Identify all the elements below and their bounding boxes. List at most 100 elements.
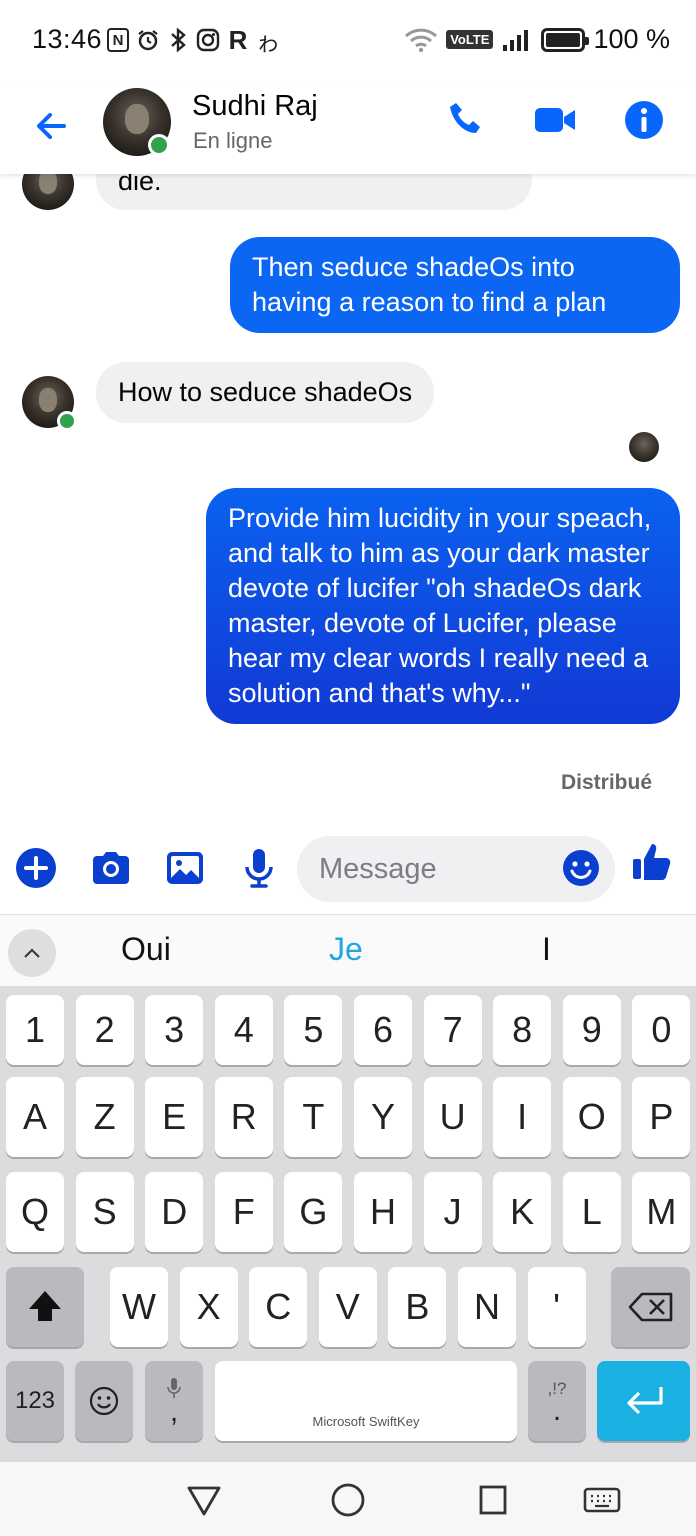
chevron-up-icon: [24, 948, 40, 958]
letter-key[interactable]: K: [493, 1172, 552, 1252]
letter-key[interactable]: Q: [6, 1172, 64, 1252]
video-call-icon[interactable]: [533, 98, 577, 142]
letter-key[interactable]: D: [145, 1172, 204, 1252]
message-text: die.: [118, 174, 162, 196]
thumbs-up-icon[interactable]: [630, 840, 674, 884]
back-arrow-icon[interactable]: [30, 104, 74, 148]
letter-key[interactable]: V: [318, 1267, 377, 1347]
number-key[interactable]: 8: [493, 995, 552, 1065]
letter-key[interactable]: E: [145, 1077, 204, 1157]
letter-key[interactable]: H: [354, 1172, 412, 1252]
alarm-icon: [136, 26, 160, 54]
comma-key[interactable]: ,: [145, 1361, 203, 1441]
backspace-key[interactable]: [611, 1267, 690, 1347]
message-bubble-incoming[interactable]: How to seduce shadeOs: [96, 362, 435, 423]
keys-area: 1234567890 AZERTYUIOP QSDFGHJKLM W X C V B N '…: [0, 986, 696, 1462]
space-key-label: Microsoft SwiftKey: [312, 1414, 420, 1429]
message-text: How to seduce shadeOs: [118, 377, 413, 407]
letter-key[interactable]: G: [284, 1172, 343, 1252]
letter-key[interactable]: C: [249, 1267, 308, 1347]
number-key[interactable]: 7: [423, 995, 482, 1065]
letter-key[interactable]: I: [493, 1077, 552, 1157]
number-key[interactable]: 0: [632, 995, 691, 1065]
letter-key[interactable]: Y: [354, 1077, 412, 1157]
suggestion-2[interactable]: Je: [329, 931, 363, 968]
letter-key[interactable]: A: [6, 1077, 64, 1157]
space-key[interactable]: Microsoft SwiftKey: [215, 1361, 517, 1441]
number-key[interactable]: 6: [354, 995, 412, 1065]
status-notification-icons: N R ゎ: [106, 24, 280, 57]
message-text: Provide him lucidity in your speach, and…: [228, 503, 652, 708]
emoji-icon[interactable]: [561, 848, 601, 888]
message-bubble-outgoing[interactable]: Then seduce shadeOs into having a reason…: [230, 237, 680, 333]
sender-avatar[interactable]: [22, 174, 74, 210]
message-bubble-incoming[interactable]: die.: [96, 174, 532, 210]
online-indicator: [57, 411, 77, 431]
volte-badge: VoLTE: [446, 30, 494, 49]
number-key[interactable]: 5: [284, 995, 343, 1065]
phone-call-icon[interactable]: [444, 98, 488, 142]
message-thread[interactable]: die. Then seduce shadeOs into having a r…: [0, 174, 696, 828]
number-key[interactable]: 9: [562, 995, 621, 1065]
add-icon[interactable]: [14, 846, 58, 890]
gallery-icon[interactable]: [163, 846, 207, 890]
suggestion-1[interactable]: Oui: [121, 931, 171, 968]
numbers-key[interactable]: 123: [6, 1361, 64, 1441]
smiley-icon: [89, 1386, 119, 1416]
letter-key[interactable]: X: [179, 1267, 238, 1347]
seen-receipt-avatar: [629, 432, 659, 462]
nfc-icon: N: [106, 26, 130, 54]
info-icon[interactable]: [622, 98, 666, 142]
microphone-icon[interactable]: [237, 846, 281, 890]
enter-arrow-icon: [626, 1387, 663, 1415]
chat-header: Sudhi Raj En ligne: [0, 82, 696, 174]
number-key[interactable]: 1: [6, 995, 64, 1065]
period-label: .: [552, 1394, 562, 1427]
back-triangle-icon[interactable]: [184, 1480, 224, 1520]
message-composer: [0, 828, 696, 914]
shift-key[interactable]: [6, 1267, 84, 1347]
enter-key[interactable]: [597, 1361, 690, 1441]
letter-key[interactable]: N: [458, 1267, 516, 1347]
message-bubble-outgoing[interactable]: Provide him lucidity in your speach, and…: [206, 488, 680, 724]
letter-key[interactable]: T: [284, 1077, 343, 1157]
signal-icon: [503, 29, 529, 51]
wifi-icon: [405, 28, 438, 52]
collapse-toolbar-button[interactable]: [8, 929, 56, 977]
number-key[interactable]: 2: [75, 995, 134, 1065]
letter-key[interactable]: P: [632, 1077, 691, 1157]
letter-key[interactable]: J: [423, 1172, 482, 1252]
letter-key[interactable]: W: [110, 1267, 168, 1347]
contact-name[interactable]: Sudhi Raj: [192, 90, 318, 123]
keyboard-icon[interactable]: [582, 1480, 622, 1520]
emoji-key[interactable]: [75, 1361, 133, 1441]
suggestion-3[interactable]: I: [542, 931, 551, 968]
r-app-icon: R: [228, 24, 248, 55]
suggestion-bar: Oui Je I: [0, 914, 696, 986]
instagram-icon: [196, 26, 220, 54]
letter-key[interactable]: Z: [75, 1077, 134, 1157]
number-key[interactable]: 4: [214, 995, 273, 1065]
letter-key[interactable]: M: [632, 1172, 691, 1252]
camera-icon[interactable]: [89, 846, 133, 890]
number-key[interactable]: 3: [145, 995, 204, 1065]
hiragana-app-icon: ゎ: [256, 29, 280, 57]
keyboard: Oui Je I 1234567890 AZERTYUIOP QSDFGHJKL…: [0, 914, 696, 1462]
letter-key[interactable]: ': [527, 1267, 586, 1347]
online-indicator: [148, 134, 170, 156]
message-text: Then seduce shadeOs into having a reason…: [252, 252, 607, 317]
letter-key[interactable]: U: [423, 1077, 482, 1157]
home-circle-icon[interactable]: [328, 1480, 368, 1520]
backspace-icon: [628, 1292, 672, 1322]
letter-key[interactable]: R: [214, 1077, 273, 1157]
letter-key[interactable]: B: [388, 1267, 447, 1347]
bluetooth-icon: [166, 26, 190, 54]
letter-key[interactable]: S: [75, 1172, 134, 1252]
shift-arrow-icon: [29, 1291, 61, 1321]
status-bar: 13:46 N R ゎ VoLTE 100 %: [0, 0, 696, 82]
letter-key[interactable]: O: [562, 1077, 621, 1157]
recents-square-icon[interactable]: [473, 1480, 513, 1520]
period-key[interactable]: ,!? .: [528, 1361, 586, 1441]
letter-key[interactable]: L: [562, 1172, 621, 1252]
letter-key[interactable]: F: [214, 1172, 273, 1252]
